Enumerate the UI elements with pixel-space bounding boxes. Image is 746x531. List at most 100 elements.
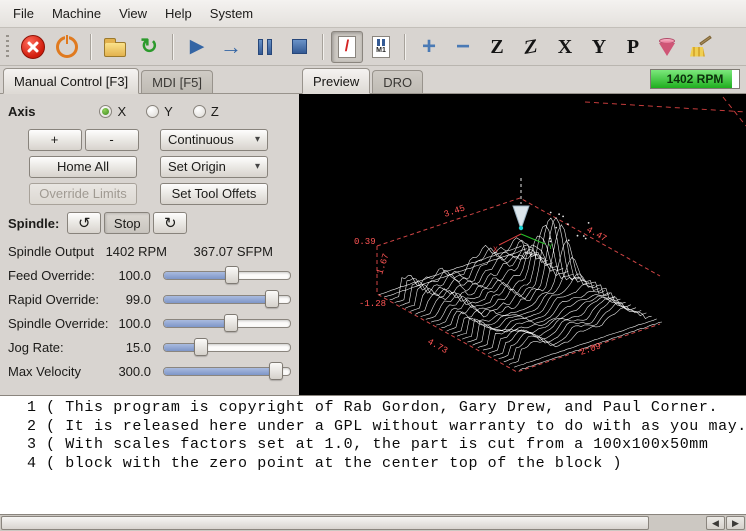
side-view-button[interactable]: X — [549, 31, 581, 63]
set-origin-label: Set Origin — [168, 159, 226, 174]
slider-handle[interactable] — [224, 314, 238, 332]
line-number: 2 — [0, 418, 36, 437]
slider-fill — [164, 368, 275, 375]
svg-text:-1.28: -1.28 — [359, 299, 386, 309]
run-program-button[interactable]: ▶ — [181, 31, 213, 63]
step-arrow-icon: → — [220, 36, 242, 58]
menu-machine[interactable]: Machine — [43, 0, 110, 27]
preview-3d-svg: XY0.391.67-1.284.732.093.454.47 — [299, 94, 746, 395]
axis-radio-z[interactable]: Z — [193, 104, 219, 119]
slider-handle[interactable] — [225, 266, 239, 284]
max-velocity-value: 300.0 — [111, 364, 151, 379]
spindle-rpm-meter: 1402 RPM — [650, 69, 740, 89]
preview-3d-canvas[interactable]: XY0.391.67-1.284.732.093.454.47 — [299, 94, 746, 395]
slider-handle[interactable] — [265, 290, 279, 308]
run-next-line-button[interactable]: → — [215, 31, 247, 63]
slider-handle[interactable] — [194, 338, 208, 356]
spindle-reverse-button[interactable]: ↺ — [67, 212, 101, 234]
power-icon — [56, 36, 78, 58]
spindle-reverse-icon: ↺ — [78, 214, 91, 232]
menubar: File Machine View Help System — [0, 0, 746, 28]
max-velocity-slider[interactable] — [163, 362, 291, 380]
clear-plot-button[interactable] — [685, 31, 717, 63]
slider-trough[interactable] — [163, 343, 291, 352]
skip-lines-button[interactable]: / — [331, 31, 363, 63]
control-panel: Manual Control [F3] MDI [F5] Axis X Y — [0, 66, 299, 395]
toolbar-drag-handle[interactable] — [6, 35, 9, 59]
machine-power-button[interactable] — [51, 31, 83, 63]
svg-text:X: X — [493, 246, 498, 255]
spindle-override-slider[interactable] — [163, 314, 291, 332]
svg-text:3.45: 3.45 — [443, 203, 467, 219]
jog-mode-value: Continuous — [168, 132, 234, 147]
rapid-override-slider[interactable] — [163, 290, 291, 308]
gcode-area: 1( This program is copyright of Rab Gord… — [0, 395, 746, 531]
feed-override-row: Feed Override: 100.0 — [6, 263, 293, 287]
spindle-stop-button[interactable]: Stop — [104, 212, 150, 234]
rotated-top-view-icon: Z — [524, 35, 538, 57]
reload-file-button[interactable]: ↻ — [133, 31, 165, 63]
pause-button[interactable] — [249, 31, 281, 63]
set-origin-dropdown[interactable]: Set Origin ▾ — [160, 156, 268, 178]
front-view-button[interactable]: Y — [583, 31, 615, 63]
jog-plus-button[interactable]: + — [28, 129, 82, 151]
home-all-button[interactable]: Home All — [29, 156, 137, 178]
axis-select-row: Axis X Y Z — [6, 96, 293, 126]
jog-minus-button[interactable]: - — [85, 129, 139, 151]
estop-button[interactable] — [17, 31, 49, 63]
menu-file[interactable]: File — [4, 0, 43, 27]
top-view-icon: Z — [490, 37, 503, 57]
chevron-down-icon: ▾ — [255, 161, 260, 172]
preview-tabbar: Preview DRO 1402 RPM — [299, 66, 746, 94]
menu-view[interactable]: View — [110, 0, 156, 27]
axis-x-label: X — [117, 104, 126, 119]
zoom-out-button[interactable]: − — [447, 31, 479, 63]
spindle-forward-button[interactable]: ↻ — [153, 212, 187, 234]
top-view-button[interactable]: Z — [481, 31, 513, 63]
stop-button[interactable] — [283, 31, 315, 63]
axis-radio-y[interactable]: Y — [146, 104, 173, 119]
menu-system[interactable]: System — [201, 0, 262, 27]
scrollbar-track[interactable] — [649, 515, 706, 531]
tab-mdi[interactable]: MDI [F5] — [141, 70, 213, 93]
menu-help[interactable]: Help — [156, 0, 201, 27]
perspective-view-button[interactable]: P — [617, 31, 649, 63]
svg-text:Y: Y — [548, 243, 553, 252]
set-tool-offsets-button[interactable]: Set Tool Offets — [160, 183, 268, 205]
line-number: 1 — [0, 399, 36, 418]
scrollbar-thumb[interactable] — [1, 516, 649, 530]
tab-manual-control[interactable]: Manual Control [F3] — [3, 68, 139, 94]
open-file-button[interactable] — [99, 31, 131, 63]
svg-text:0.39: 0.39 — [354, 237, 376, 247]
gcode-listing[interactable]: 1( This program is copyright of Rab Gord… — [0, 395, 746, 515]
gcode-line[interactable]: 4( block with the zero point at the cent… — [0, 455, 746, 474]
rotated-top-view-button[interactable]: Z — [515, 31, 547, 63]
jog-row: + - Continuous ▾ — [6, 126, 293, 153]
jog-rate-slider[interactable] — [163, 338, 291, 356]
reload-icon: ↻ — [140, 36, 158, 57]
jog-mode-dropdown[interactable]: Continuous ▾ — [160, 129, 268, 151]
tab-preview[interactable]: Preview — [302, 68, 370, 94]
spindle-output-row: Spindle Output 1402 RPM 367.07 SFPM — [6, 239, 293, 263]
optional-pause-button[interactable]: M1 — [365, 31, 397, 63]
scroll-right-button[interactable]: ▶ — [726, 516, 745, 530]
toolbar-separator — [322, 34, 324, 60]
control-tabbar: Manual Control [F3] MDI [F5] — [0, 66, 299, 94]
scroll-left-button[interactable]: ◀ — [706, 516, 725, 530]
rotate-view-button[interactable] — [651, 31, 683, 63]
spindle-label: Spindle: — [8, 216, 59, 231]
jog-rate-row: Jog Rate: 15.0 — [6, 335, 293, 359]
horizontal-scrollbar[interactable]: ◀ ▶ — [0, 515, 746, 531]
slider-handle[interactable] — [269, 362, 283, 380]
axis-radio-x[interactable]: X — [99, 104, 126, 119]
svg-text:2.09: 2.09 — [579, 341, 603, 357]
zoom-in-button[interactable]: + — [413, 31, 445, 63]
feed-override-slider[interactable] — [163, 266, 291, 284]
gcode-line[interactable]: 1( This program is copyright of Rab Gord… — [0, 399, 746, 418]
radio-selected-icon — [99, 105, 112, 118]
gcode-line[interactable]: 3( With scales factors set at 1.0, the p… — [0, 436, 746, 455]
tab-dro[interactable]: DRO — [372, 70, 423, 93]
override-limits-button[interactable]: Override Limits — [29, 183, 137, 205]
toolbar: ↻ ▶ → / M1 + − — [0, 28, 746, 66]
gcode-line[interactable]: 2( It is released here under a GPL witho… — [0, 418, 746, 437]
